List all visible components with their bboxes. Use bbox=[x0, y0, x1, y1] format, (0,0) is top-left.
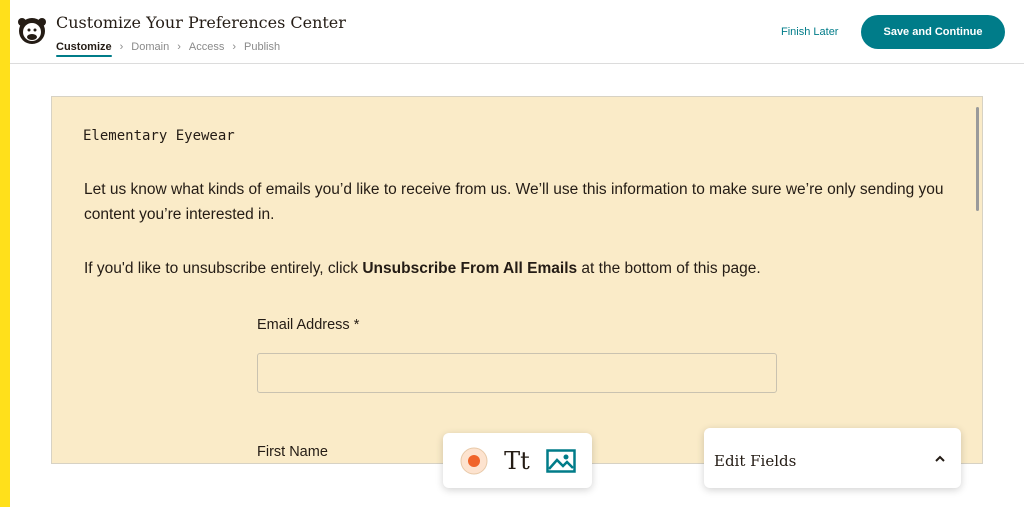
mailchimp-logo-icon[interactable] bbox=[16, 13, 48, 47]
breadcrumb-customize[interactable]: Customize bbox=[56, 41, 112, 57]
image-icon[interactable] bbox=[545, 446, 577, 476]
breadcrumb-domain[interactable]: Domain bbox=[131, 41, 169, 53]
breadcrumb-publish[interactable]: Publish bbox=[244, 41, 280, 53]
brand-accent-strip bbox=[0, 0, 10, 507]
unsubscribe-link-text: Unsubscribe From All Emails bbox=[362, 260, 578, 277]
intro-text: Let us know what kinds of emails you’d l… bbox=[84, 181, 944, 223]
edit-fields-panel[interactable]: Edit Fields bbox=[704, 428, 961, 488]
email-address-label: Email Address * bbox=[257, 317, 360, 333]
content-toolbar: Tt bbox=[443, 433, 592, 488]
chevron-up-icon[interactable] bbox=[934, 454, 946, 464]
breadcrumb-access[interactable]: Access bbox=[189, 41, 224, 53]
record-icon[interactable] bbox=[459, 446, 489, 476]
email-address-field[interactable] bbox=[257, 353, 777, 393]
brand-name: Elementary Eyewear bbox=[83, 128, 235, 144]
edit-fields-label: Edit Fields bbox=[714, 452, 797, 470]
text-icon[interactable]: Tt bbox=[501, 446, 533, 476]
page-title: Customize Your Preferences Center bbox=[56, 13, 346, 32]
preview-scrollbar[interactable] bbox=[976, 107, 979, 211]
preferences-preview-panel: Elementary Eyewear Let us know what kind… bbox=[51, 96, 983, 464]
chevron-right-icon: › bbox=[119, 41, 124, 53]
unsubscribe-text: If you'd like to unsubscribe entirely, c… bbox=[84, 260, 761, 278]
breadcrumb: Customize › Domain › Access › Publish bbox=[56, 41, 280, 57]
save-and-continue-button[interactable]: Save and Continue bbox=[861, 15, 1005, 49]
finish-later-link[interactable]: Finish Later bbox=[781, 26, 838, 38]
chevron-right-icon: › bbox=[232, 41, 237, 53]
top-bar: Customize Your Preferences Center Custom… bbox=[10, 0, 1024, 64]
first-name-label: First Name bbox=[257, 444, 328, 460]
unsubscribe-prefix: If you'd like to unsubscribe entirely, c… bbox=[84, 260, 363, 277]
unsubscribe-suffix: at the bottom of this page. bbox=[577, 260, 761, 277]
chevron-right-icon: › bbox=[177, 41, 181, 53]
